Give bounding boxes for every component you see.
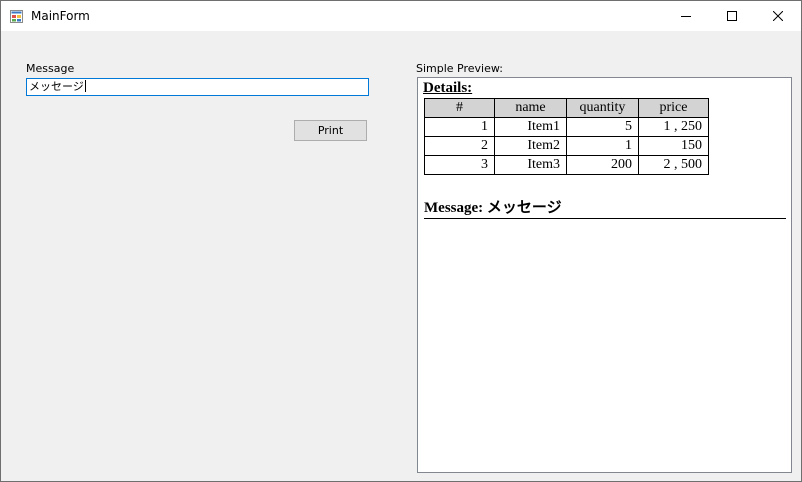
print-button[interactable]: Print: [294, 120, 367, 141]
minimize-icon: [681, 16, 691, 17]
table-row: 2 Item2 1 150: [424, 136, 709, 156]
table-row: 3 Item3 200 2 , 500: [424, 155, 709, 175]
cell-quantity: 200: [566, 155, 639, 175]
message-input[interactable]: メッセージ: [26, 78, 369, 96]
cell-name: Item3: [494, 155, 567, 175]
column-header-number: #: [424, 98, 495, 118]
cell-price: 1 , 250: [638, 117, 709, 137]
text-caret: [84, 80, 86, 92]
close-button[interactable]: [755, 1, 801, 31]
column-header-quantity: quantity: [566, 98, 639, 118]
main-window: MainForm Message メッセージ Print Simple Prev…: [0, 0, 802, 482]
column-header-price: price: [638, 98, 709, 118]
details-heading: Details:: [423, 80, 473, 96]
cell-quantity: 5: [566, 117, 639, 137]
cell-name: Item2: [494, 136, 567, 156]
cell-number: 2: [424, 136, 495, 156]
cell-number: 1: [424, 117, 495, 137]
app-icon: [10, 10, 23, 23]
preview-message-heading: Message: メッセージ: [424, 196, 786, 219]
maximize-icon: [727, 11, 737, 21]
cell-quantity: 1: [566, 136, 639, 156]
simple-preview-panel[interactable]: Details: # name quantity price 1 Item1 5…: [417, 77, 792, 473]
message-input-value: メッセージ: [29, 80, 84, 93]
close-icon: [773, 11, 783, 21]
maximize-button[interactable]: [709, 1, 755, 31]
cell-number: 3: [424, 155, 495, 175]
window-title: MainForm: [31, 9, 90, 23]
cell-name: Item1: [494, 117, 567, 137]
cell-price: 2 , 500: [638, 155, 709, 175]
table-row: 1 Item1 5 1 , 250: [424, 117, 709, 137]
title-bar[interactable]: MainForm: [1, 1, 801, 31]
minimize-button[interactable]: [663, 1, 709, 31]
cell-price: 150: [638, 136, 709, 156]
message-label: Message: [26, 62, 75, 75]
column-header-name: name: [494, 98, 567, 118]
preview-label: Simple Preview:: [416, 62, 503, 75]
table-header-row: # name quantity price: [424, 98, 709, 118]
details-table: # name quantity price 1 Item1 5 1 , 250 …: [424, 98, 709, 175]
